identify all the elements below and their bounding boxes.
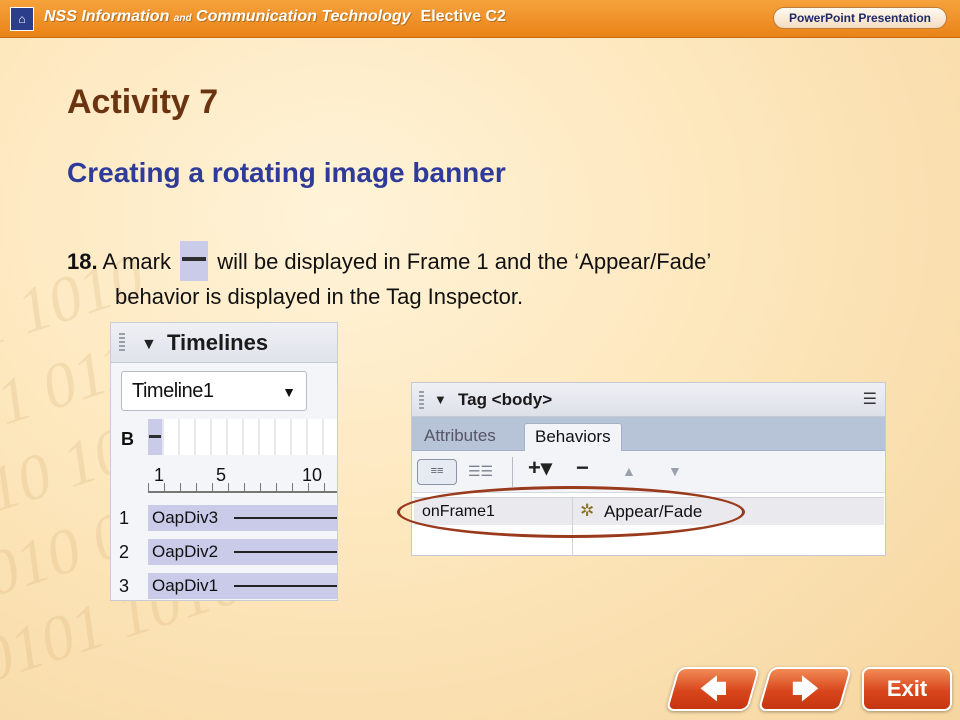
ruler-tick-label: 10: [302, 465, 323, 485]
behavior-mark-icon: [180, 241, 209, 281]
powerpoint-presentation-badge: PowerPoint Presentation: [773, 7, 947, 29]
behavior-channel-label: B: [121, 429, 134, 449]
arrow-right-icon: 🡆: [791, 674, 819, 704]
tag-inspector-header[interactable]: ▼ Tag <body> ☰: [412, 383, 885, 417]
layer-name: OapDiv3: [152, 508, 221, 528]
animation-bar[interactable]: OapDiv1: [148, 573, 337, 599]
row-number: 2: [119, 542, 130, 562]
panel-grip-icon[interactable]: [419, 391, 424, 409]
frame-ruler[interactable]: 1 5 10: [148, 457, 337, 493]
tab-attributes[interactable]: Attributes: [414, 423, 506, 451]
behavior-event[interactable]: onFrame1: [422, 503, 495, 521]
header-bar: ⌂ NSS Information and Communication Tech…: [0, 0, 960, 38]
activity-subtitle: Creating a rotating image banner: [67, 157, 506, 188]
ruler-tick-label: 5: [216, 465, 227, 485]
add-behavior-icon[interactable]: +▾: [528, 455, 552, 481]
behaviors-toolbar: ≡≡ ☰☰ +▾ − ▲ ▼: [412, 451, 885, 493]
animation-bar-line: [234, 517, 337, 519]
step-text-b: will be displayed in Frame 1 and the ‘Ap…: [211, 249, 712, 274]
layer-name: OapDiv1: [152, 576, 221, 596]
exit-button[interactable]: Exit: [862, 667, 952, 711]
column-divider: [572, 498, 573, 555]
chevron-down-icon[interactable]: ▼: [282, 384, 296, 400]
behavior-channel-frames[interactable]: [148, 419, 337, 455]
move-up-icon[interactable]: ▲: [622, 463, 636, 479]
next-button[interactable]: 🡆: [757, 667, 853, 711]
row-number: 1: [119, 508, 130, 528]
timeline-select-value: Timeline1: [132, 380, 214, 402]
tag-inspector-tabs: Attributes Behaviors: [412, 417, 885, 451]
timelines-panel-header[interactable]: ▼ Timelines: [111, 323, 337, 363]
elective-label: Elective C2: [420, 8, 506, 25]
animation-bar[interactable]: OapDiv2: [148, 539, 337, 565]
step-text-a: A mark: [97, 249, 178, 274]
row-number: 3: [119, 576, 130, 596]
timeline-select[interactable]: Timeline1 ▼: [121, 371, 307, 411]
arrow-left-icon: 🡄: [699, 674, 727, 704]
timelines-panel: ▼ Timelines Timeline1 ▼ B 1 5 10 1 OapDi…: [110, 322, 338, 601]
animation-bar[interactable]: OapDiv3: [148, 505, 337, 531]
behavior-row[interactable]: onFrame1 ✲ Appear/Fade: [414, 497, 884, 555]
layer-name: OapDiv2: [152, 542, 221, 562]
tag-inspector-title: Tag <body>: [458, 390, 553, 409]
show-set-events-icon[interactable]: ≡≡: [417, 459, 457, 485]
title-part1: NSS Information: [44, 8, 174, 25]
activity-title: Activity 7: [67, 83, 219, 121]
tag-inspector-panel: ▼ Tag <body> ☰ Attributes Behaviors ≡≡ ☰…: [411, 382, 886, 556]
collapse-triangle-icon[interactable]: ▼: [141, 336, 157, 354]
tab-behaviors[interactable]: Behaviors: [524, 423, 622, 451]
course-title: NSS Information and Communication Techno…: [44, 8, 506, 26]
step-text-c: behavior is displayed in the Tag Inspect…: [115, 284, 524, 309]
panel-options-menu-icon[interactable]: ☰: [863, 389, 877, 409]
timeline-row[interactable]: 2 OapDiv2: [111, 537, 337, 567]
step-number: 18.: [67, 249, 98, 274]
frame1-behavior-mark[interactable]: [148, 419, 162, 455]
ruler-tick-label: 1: [154, 465, 165, 485]
animation-bar-line: [234, 585, 337, 587]
title-part2: Communication Technology: [191, 8, 411, 25]
timelines-panel-title: Timelines: [167, 330, 269, 355]
show-all-events-icon[interactable]: ☰☰: [468, 463, 493, 480]
animation-bar-line: [234, 551, 337, 553]
title-and: and: [173, 13, 192, 24]
toolbar-divider: [512, 457, 513, 487]
collapse-triangle-icon[interactable]: ▼: [434, 392, 447, 407]
nss-logo-icon: ⌂: [10, 7, 34, 31]
step-instruction: 18. A mark will be displayed in Frame 1 …: [67, 241, 887, 313]
move-down-icon[interactable]: ▼: [668, 463, 682, 479]
behavior-action[interactable]: Appear/Fade: [604, 502, 702, 522]
behavior-gear-icon: ✲: [580, 501, 595, 520]
remove-behavior-icon[interactable]: −: [576, 455, 589, 481]
previous-button[interactable]: 🡄: [665, 667, 761, 711]
panel-grip-icon[interactable]: [119, 333, 125, 353]
timeline-row[interactable]: 3 OapDiv1: [111, 571, 337, 600]
timeline-row[interactable]: 1 OapDiv3: [111, 503, 337, 533]
